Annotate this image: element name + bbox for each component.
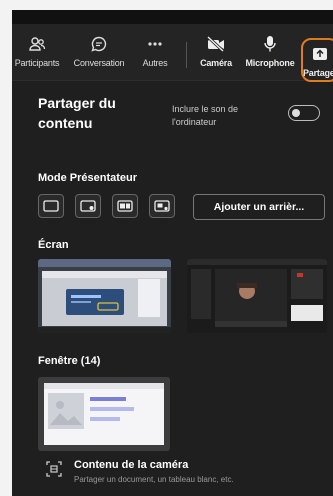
window-preview-image — [38, 377, 170, 451]
meeting-toolbar: Participants Conversation Autres Caméra — [12, 24, 333, 82]
participants-button[interactable]: Participants — [12, 32, 62, 76]
screen-preview-image — [38, 259, 171, 333]
reporter-icon — [154, 200, 170, 212]
screen-thumbnail-1[interactable] — [38, 259, 171, 333]
screen-heading: Écran — [38, 239, 69, 251]
presenter-mode-heading: Mode Présentateur — [38, 172, 138, 184]
add-background-button[interactable]: Ajouter un arrièr... — [193, 194, 325, 220]
include-sound-toggle[interactable] — [288, 105, 320, 121]
panel-title: Partager du contenu — [38, 95, 116, 131]
presenter-mode-side-by-side[interactable] — [112, 194, 138, 218]
presenter-mode-standout[interactable] — [75, 194, 101, 218]
title-bar — [12, 10, 333, 24]
more-button[interactable]: Autres — [136, 32, 174, 76]
window-heading: Fenêtre (14) — [38, 355, 101, 367]
toolbar-separator — [186, 42, 187, 68]
presenter-mode-reporter[interactable] — [149, 194, 175, 218]
camera-off-icon — [196, 32, 236, 56]
camera-button[interactable]: Caméra — [196, 32, 236, 76]
content-only-icon — [43, 200, 59, 212]
more-icon — [136, 32, 174, 56]
conversation-button[interactable]: Conversation — [68, 32, 130, 76]
screen-thumbnail-2[interactable] — [187, 259, 327, 333]
side-by-side-icon — [117, 200, 133, 212]
microphone-icon — [242, 32, 298, 56]
window-thumbnail[interactable] — [38, 377, 170, 451]
camera-content-subtitle: Partager un document, un tableau blanc, … — [74, 475, 234, 484]
camera-content-option[interactable]: Contenu de la caméra Partager un documen… — [38, 453, 328, 489]
standout-icon — [80, 200, 96, 212]
microphone-button[interactable]: Microphone — [242, 32, 298, 76]
camera-content-icon — [46, 461, 62, 477]
presenter-mode-content-only[interactable] — [38, 194, 64, 218]
chat-icon — [68, 32, 130, 56]
teams-window: Participants Conversation Autres Caméra — [12, 10, 333, 496]
participants-icon — [12, 32, 62, 56]
include-sound-label: Inclure le son de l'ordinateur — [172, 104, 239, 127]
camera-content-title: Contenu de la caméra — [74, 459, 189, 471]
share-button[interactable]: Partager — [301, 38, 333, 82]
screen-preview-image — [187, 259, 327, 333]
share-icon — [303, 42, 333, 66]
share-content-panel: Partager du contenu Inclure le son de l'… — [12, 81, 333, 496]
toggle-knob — [292, 108, 300, 117]
